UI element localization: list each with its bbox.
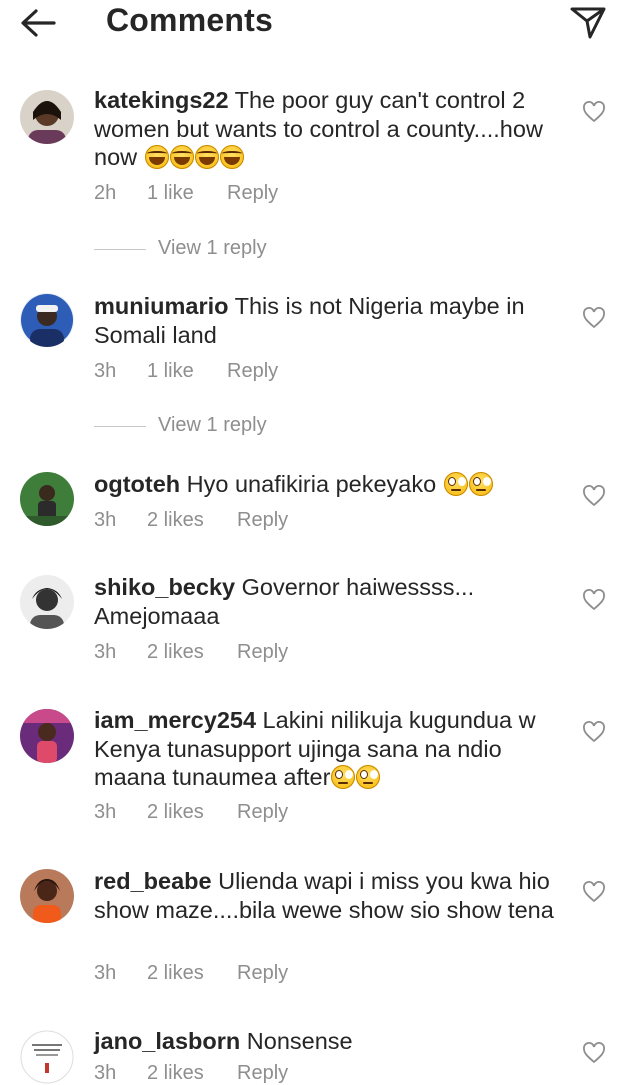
comment-likes[interactable]: 2 likes	[147, 509, 204, 532]
avatar[interactable]	[20, 293, 74, 347]
heart-icon[interactable]	[582, 1042, 606, 1064]
comment-time: 2h	[94, 182, 117, 204]
comment-text: jano_lasborn Nonsense	[94, 1027, 570, 1056]
comment-time: 3h	[94, 801, 117, 823]
eye-roll-emoji-icon	[331, 765, 356, 789]
comment-likes[interactable]: 2 likes	[147, 641, 204, 664]
avatar[interactable]	[20, 472, 74, 526]
view-replies-label: View 1 reply	[158, 414, 267, 436]
comment-likes[interactable]: 1 like	[147, 182, 194, 205]
comment-text: katekings22 The poor guy can't control 2…	[94, 86, 570, 172]
comment-text: ogtoteh Hyo unafikiria pekeyako	[94, 470, 570, 499]
heart-icon[interactable]	[582, 881, 606, 903]
comment-username[interactable]: red_beabe	[94, 868, 212, 894]
comment-likes[interactable]: 2 likes	[147, 962, 204, 985]
laughing-emoji-icon	[219, 145, 244, 169]
comment-username[interactable]: ogtoteh	[94, 471, 180, 497]
comment-username[interactable]: iam_mercy254	[94, 707, 256, 733]
comment-body: Hyo unafikiria pekeyako	[180, 471, 443, 497]
comment-likes[interactable]: 1 like	[147, 360, 194, 383]
comment-time: 3h	[94, 360, 117, 382]
reply-button[interactable]: Reply	[227, 360, 278, 383]
laughing-emoji-icon	[169, 145, 194, 169]
avatar[interactable]	[20, 869, 74, 923]
comment-time: 3h	[94, 962, 117, 984]
eye-roll-emoji-icon	[443, 472, 468, 496]
view-replies-label: View 1 reply	[158, 237, 267, 259]
comment-username[interactable]: jano_lasborn	[94, 1028, 240, 1054]
comment-text: shiko_becky Governor haiwessss... Amejom…	[94, 573, 570, 630]
back-arrow-icon[interactable]	[18, 6, 58, 40]
heart-icon[interactable]	[582, 101, 606, 123]
page-title: Comments	[106, 2, 273, 38]
avatar[interactable]	[20, 575, 74, 629]
reply-button[interactable]: Reply	[237, 962, 288, 985]
comment-time: 3h	[94, 509, 117, 531]
comment-text: muniumario This is not Nigeria maybe in …	[94, 292, 570, 349]
reply-button[interactable]: Reply	[237, 1062, 288, 1085]
comment-time: 3h	[94, 1062, 117, 1084]
heart-icon[interactable]	[582, 721, 606, 743]
divider	[94, 249, 146, 250]
reply-button[interactable]: Reply	[227, 182, 278, 205]
heart-icon[interactable]	[582, 307, 606, 329]
reply-button[interactable]: Reply	[237, 641, 288, 664]
send-icon[interactable]	[568, 4, 608, 40]
reply-button[interactable]: Reply	[237, 509, 288, 532]
eye-roll-emoji-icon	[468, 472, 493, 496]
avatar[interactable]	[20, 1030, 74, 1084]
divider	[94, 426, 146, 427]
comment-username[interactable]: katekings22	[94, 87, 229, 113]
header-bar: Comments	[0, 0, 636, 44]
avatar[interactable]	[20, 709, 74, 763]
comment-text: iam_mercy254 Lakini nilikuja kugundua w …	[94, 706, 570, 792]
comment-likes[interactable]: 2 likes	[147, 1062, 204, 1085]
eye-roll-emoji-icon	[356, 765, 381, 789]
comment-likes[interactable]: 2 likes	[147, 801, 204, 824]
comment-time: 3h	[94, 641, 117, 663]
comment-username[interactable]: muniumario	[94, 293, 228, 319]
reply-button[interactable]: Reply	[237, 801, 288, 824]
comment-username[interactable]: shiko_becky	[94, 574, 235, 600]
avatar[interactable]	[20, 90, 74, 144]
comment-text: red_beabe Ulienda wapi i miss you kwa hi…	[94, 867, 570, 924]
heart-icon[interactable]	[582, 485, 606, 507]
laughing-emoji-icon	[194, 145, 219, 169]
laughing-emoji-icon	[144, 145, 169, 169]
heart-icon[interactable]	[582, 589, 606, 611]
comment-body: Nonsense	[240, 1028, 353, 1054]
